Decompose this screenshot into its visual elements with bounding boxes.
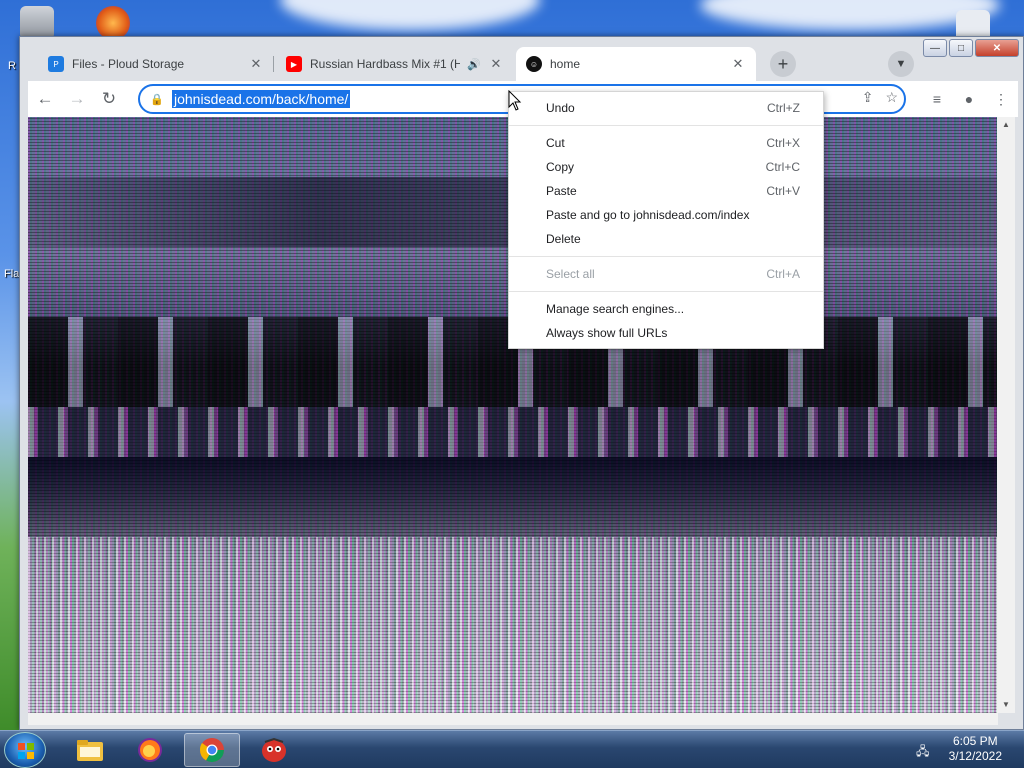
menu-item-paste-and-go[interactable]: Paste and go to johnisdead.com/index <box>509 203 823 227</box>
tab-search-chevron-icon[interactable]: ▼ <box>888 51 914 77</box>
smiley-site-icon: ☺ <box>526 56 542 72</box>
menu-item-label: Paste and go to johnisdead.com/index <box>546 208 750 222</box>
cloud <box>280 0 540 30</box>
taskbar-firefox[interactable] <box>122 733 178 767</box>
tab-divider <box>273 56 274 72</box>
tab-strip: P Files - Ploud Storage ✕ ▶ Russian Hard… <box>28 47 1018 81</box>
glitch-band <box>28 537 998 713</box>
menu-item-paste[interactable]: Paste Ctrl+V <box>509 179 823 203</box>
horizontal-scrollbar[interactable] <box>28 713 998 725</box>
taskbar-clock[interactable]: 6:05 PM 3/12/2022 <box>949 734 1002 764</box>
folder-icon <box>77 740 103 761</box>
ploud-storage-icon: P <box>48 56 64 72</box>
new-tab-button[interactable]: + <box>770 51 796 77</box>
more-menu-icon[interactable]: ⋮ <box>988 86 1014 112</box>
cloud <box>700 0 1000 30</box>
tab-title: Russian Hardbass Mix #1 (Ha <box>310 57 460 71</box>
scroll-up-arrow-icon[interactable]: ▲ <box>997 117 1015 133</box>
menu-item-label: Undo <box>546 101 575 115</box>
glitch-band <box>28 407 998 457</box>
menu-item-shortcut: Ctrl+Z <box>767 101 800 115</box>
lock-icon[interactable]: 🔒 <box>150 93 164 106</box>
context-menu: Undo Ctrl+Z Cut Ctrl+X Copy Ctrl+C Paste… <box>508 91 824 349</box>
menu-item-label: Cut <box>546 136 565 150</box>
menu-item-shortcut: Ctrl+X <box>766 136 800 150</box>
url-text-selected[interactable]: johnisdead.com/back/home/ <box>172 90 351 108</box>
bookmark-star-icon[interactable]: ☆ <box>885 89 898 106</box>
menu-item-shortcut: Ctrl+V <box>766 184 800 198</box>
tab-ploud-storage[interactable]: P Files - Ploud Storage ✕ <box>38 47 274 81</box>
menu-item-manage-search-engines[interactable]: Manage search engines... <box>509 297 823 321</box>
menu-item-label: Always show full URLs <box>546 326 668 340</box>
media-queue-icon[interactable]: ≡ <box>924 86 950 112</box>
tab-title: home <box>550 57 581 71</box>
menu-separator <box>509 291 823 292</box>
menu-item-undo[interactable]: Undo Ctrl+Z <box>509 96 823 120</box>
menu-item-copy[interactable]: Copy Ctrl+C <box>509 155 823 179</box>
menu-item-label: Paste <box>546 184 577 198</box>
windows-logo-icon <box>18 743 34 759</box>
start-button[interactable] <box>4 732 46 768</box>
menu-item-always-show-full-urls[interactable]: Always show full URLs <box>509 321 823 345</box>
red-character-icon <box>262 737 286 762</box>
firefox-desktop-icon[interactable] <box>96 6 130 40</box>
menu-separator <box>509 125 823 126</box>
profile-avatar-icon[interactable]: ● <box>956 86 982 112</box>
taskbar-chrome[interactable] <box>184 733 240 767</box>
menu-item-cut[interactable]: Cut Ctrl+X <box>509 131 823 155</box>
menu-item-label: Select all <box>546 267 595 281</box>
desktop-label-recycle: R <box>8 60 16 72</box>
forward-arrow-icon[interactable]: → <box>62 84 92 114</box>
glitch-band <box>28 457 998 537</box>
back-arrow-icon[interactable]: ← <box>30 84 60 114</box>
vertical-scrollbar[interactable]: ▲ ▼ <box>997 117 1015 713</box>
menu-item-label: Delete <box>546 232 581 246</box>
firefox-icon <box>138 738 162 762</box>
taskbar: 🖧 6:05 PM 3/12/2022 <box>0 730 1024 768</box>
network-tray-icon[interactable]: 🖧 <box>916 742 932 758</box>
clock-time: 6:05 PM <box>952 734 998 748</box>
share-icon[interactable]: ⇪ <box>862 89 874 106</box>
menu-item-shortcut: Ctrl+C <box>765 160 800 174</box>
taskbar-red-character-app[interactable] <box>246 733 302 767</box>
close-tab-icon[interactable]: ✕ <box>488 56 504 72</box>
scroll-down-arrow-icon[interactable]: ▼ <box>997 697 1015 713</box>
desktop-label-flash: Fla <box>4 268 20 280</box>
tab-russian-hardbass[interactable]: ▶ Russian Hardbass Mix #1 (Ha 🔊 ✕ <box>276 47 514 81</box>
clock-date: 3/12/2022 <box>948 749 1002 763</box>
youtube-icon: ▶ <box>286 56 302 72</box>
menu-item-shortcut: Ctrl+A <box>766 267 800 281</box>
menu-separator <box>509 256 823 257</box>
tab-title: Files - Ploud Storage <box>72 57 185 71</box>
tab-home[interactable]: ☺ home ✕ <box>516 47 756 81</box>
recycle-bin-icon[interactable] <box>20 6 54 40</box>
taskbar-file-explorer[interactable] <box>62 733 118 767</box>
chrome-icon <box>199 738 224 763</box>
menu-item-delete[interactable]: Delete <box>509 227 823 251</box>
reload-icon[interactable]: ↻ <box>94 84 124 114</box>
menu-item-label: Manage search engines... <box>546 302 685 316</box>
close-tab-icon[interactable]: ✕ <box>730 56 746 72</box>
menu-item-select-all[interactable]: Select all Ctrl+A <box>509 262 823 286</box>
close-tab-icon[interactable]: ✕ <box>248 56 264 72</box>
mouse-cursor-icon <box>508 90 522 111</box>
speaker-audio-icon[interactable]: 🔊 <box>466 58 482 71</box>
menu-item-label: Copy <box>546 160 575 174</box>
